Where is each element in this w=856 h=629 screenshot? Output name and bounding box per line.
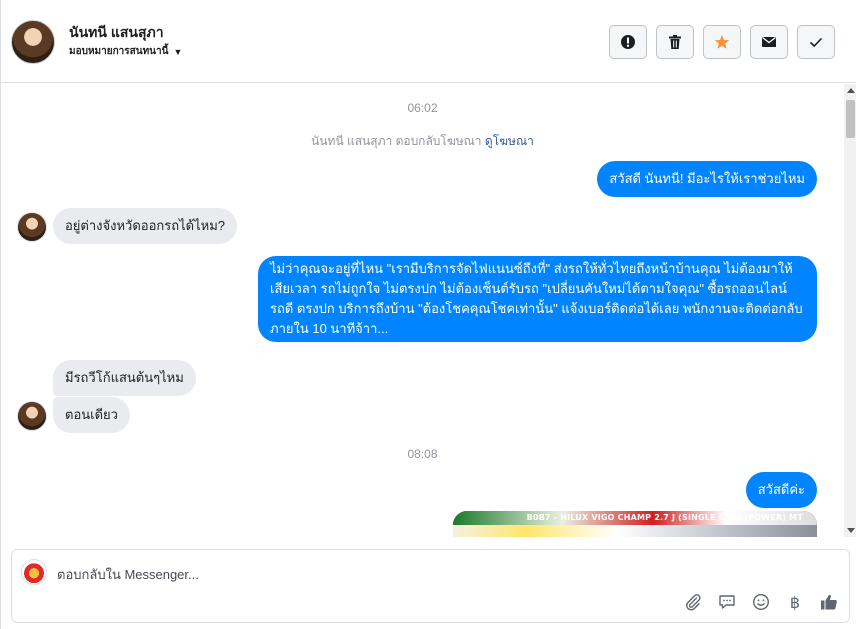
message-bubble-incoming[interactable]: ตอนเดียว	[53, 397, 130, 433]
scroll-down-arrow-icon[interactable]	[847, 528, 855, 533]
page-avatar	[21, 559, 47, 585]
star-button[interactable]	[703, 25, 741, 59]
thumbs-up-icon	[821, 594, 837, 610]
contact-avatar[interactable]	[11, 20, 55, 64]
message-bubble-incoming[interactable]: มีรถวีโก้แสนต้นๆไหม	[53, 360, 196, 396]
delete-button[interactable]	[656, 25, 694, 59]
assign-conversation-dropdown[interactable]: มอบหมายการสนทนานี้ ▼	[69, 44, 182, 59]
timestamp: 08:08	[407, 447, 438, 461]
view-ad-link[interactable]: ดูโฆษณา	[485, 134, 534, 148]
message-bubble-outgoing[interactable]: ไม่ว่าคุณจะอยู่ที่ไหน "เรามีบริการจัดไฟแ…	[258, 256, 817, 342]
ad-reply-notice: นันทนี แสนสุภา ตอบกลับโฆษณา ดูโฆษณา	[1, 132, 844, 151]
caret-down-icon: ▼	[173, 46, 183, 57]
scroll-thumb[interactable]	[846, 100, 855, 138]
star-icon	[714, 35, 730, 49]
like-button[interactable]	[819, 592, 839, 612]
timestamp: 06:02	[407, 101, 438, 115]
smiley-icon	[752, 593, 770, 611]
paperclip-icon	[686, 594, 701, 611]
payment-button[interactable]: ฿	[785, 592, 805, 612]
message-thread[interactable]: 06:02 นันทนี แสนสุภา ตอบกลับโฆษณา ดูโฆษณ…	[1, 84, 844, 537]
contact-avatar	[17, 401, 47, 431]
message-bubble-outgoing[interactable]: สวัสดี นันทนี! มีอะไรให้เราช่วยไหม	[597, 161, 817, 197]
attachment-button[interactable]	[683, 592, 703, 612]
reply-input[interactable]: ตอบกลับใน Messenger...	[57, 564, 199, 585]
image-caption: B0B7 - HILUX VIGO CHAMP 2.7 J (SINGLE CA…	[526, 513, 803, 522]
composer-actions: ฿	[683, 592, 839, 612]
saved-reply-button[interactable]	[717, 592, 737, 612]
thread-scrollbar[interactable]	[844, 84, 856, 537]
contact-avatar	[17, 212, 47, 242]
scroll-up-arrow-icon[interactable]	[847, 88, 855, 93]
image-attachment[interactable]: B0B7 - HILUX VIGO CHAMP 2.7 J (SINGLE CA…	[453, 511, 817, 537]
emoji-button[interactable]	[751, 592, 771, 612]
baht-icon: ฿	[789, 592, 801, 612]
reply-composer[interactable]: ตอบกลับใน Messenger... ฿	[11, 549, 850, 623]
contact-name[interactable]: นันทนี แสนสุภา	[69, 22, 164, 44]
assign-label: มอบหมายการสนทนานี้	[69, 46, 169, 57]
trash-icon	[669, 35, 681, 49]
conversation-header: นันทนี แสนสุภา มอบหมายการสนทนานี้ ▼	[1, 0, 856, 83]
image-banner-body	[453, 525, 817, 537]
message-bubble-incoming[interactable]: อยู่ต่างจังหวัดออกรถได้ไหม?	[53, 208, 238, 244]
envelope-icon	[762, 36, 776, 47]
mark-unread-button[interactable]	[750, 25, 788, 59]
ad-reply-text: นันทนี แสนสุภา ตอบกลับโฆษณา	[311, 134, 482, 148]
speech-bubble-icon	[719, 595, 735, 609]
exclamation-icon	[621, 35, 635, 49]
messenger-inbox: นันทนี แสนสุภา มอบหมายการสนทนานี้ ▼ 06:0…	[0, 0, 856, 629]
check-icon	[809, 37, 823, 48]
conversation-toolbar	[609, 25, 835, 59]
mark-done-button[interactable]	[797, 25, 835, 59]
message-bubble-outgoing[interactable]: สวัสดีค่ะ	[745, 472, 817, 508]
report-button[interactable]	[609, 25, 647, 59]
